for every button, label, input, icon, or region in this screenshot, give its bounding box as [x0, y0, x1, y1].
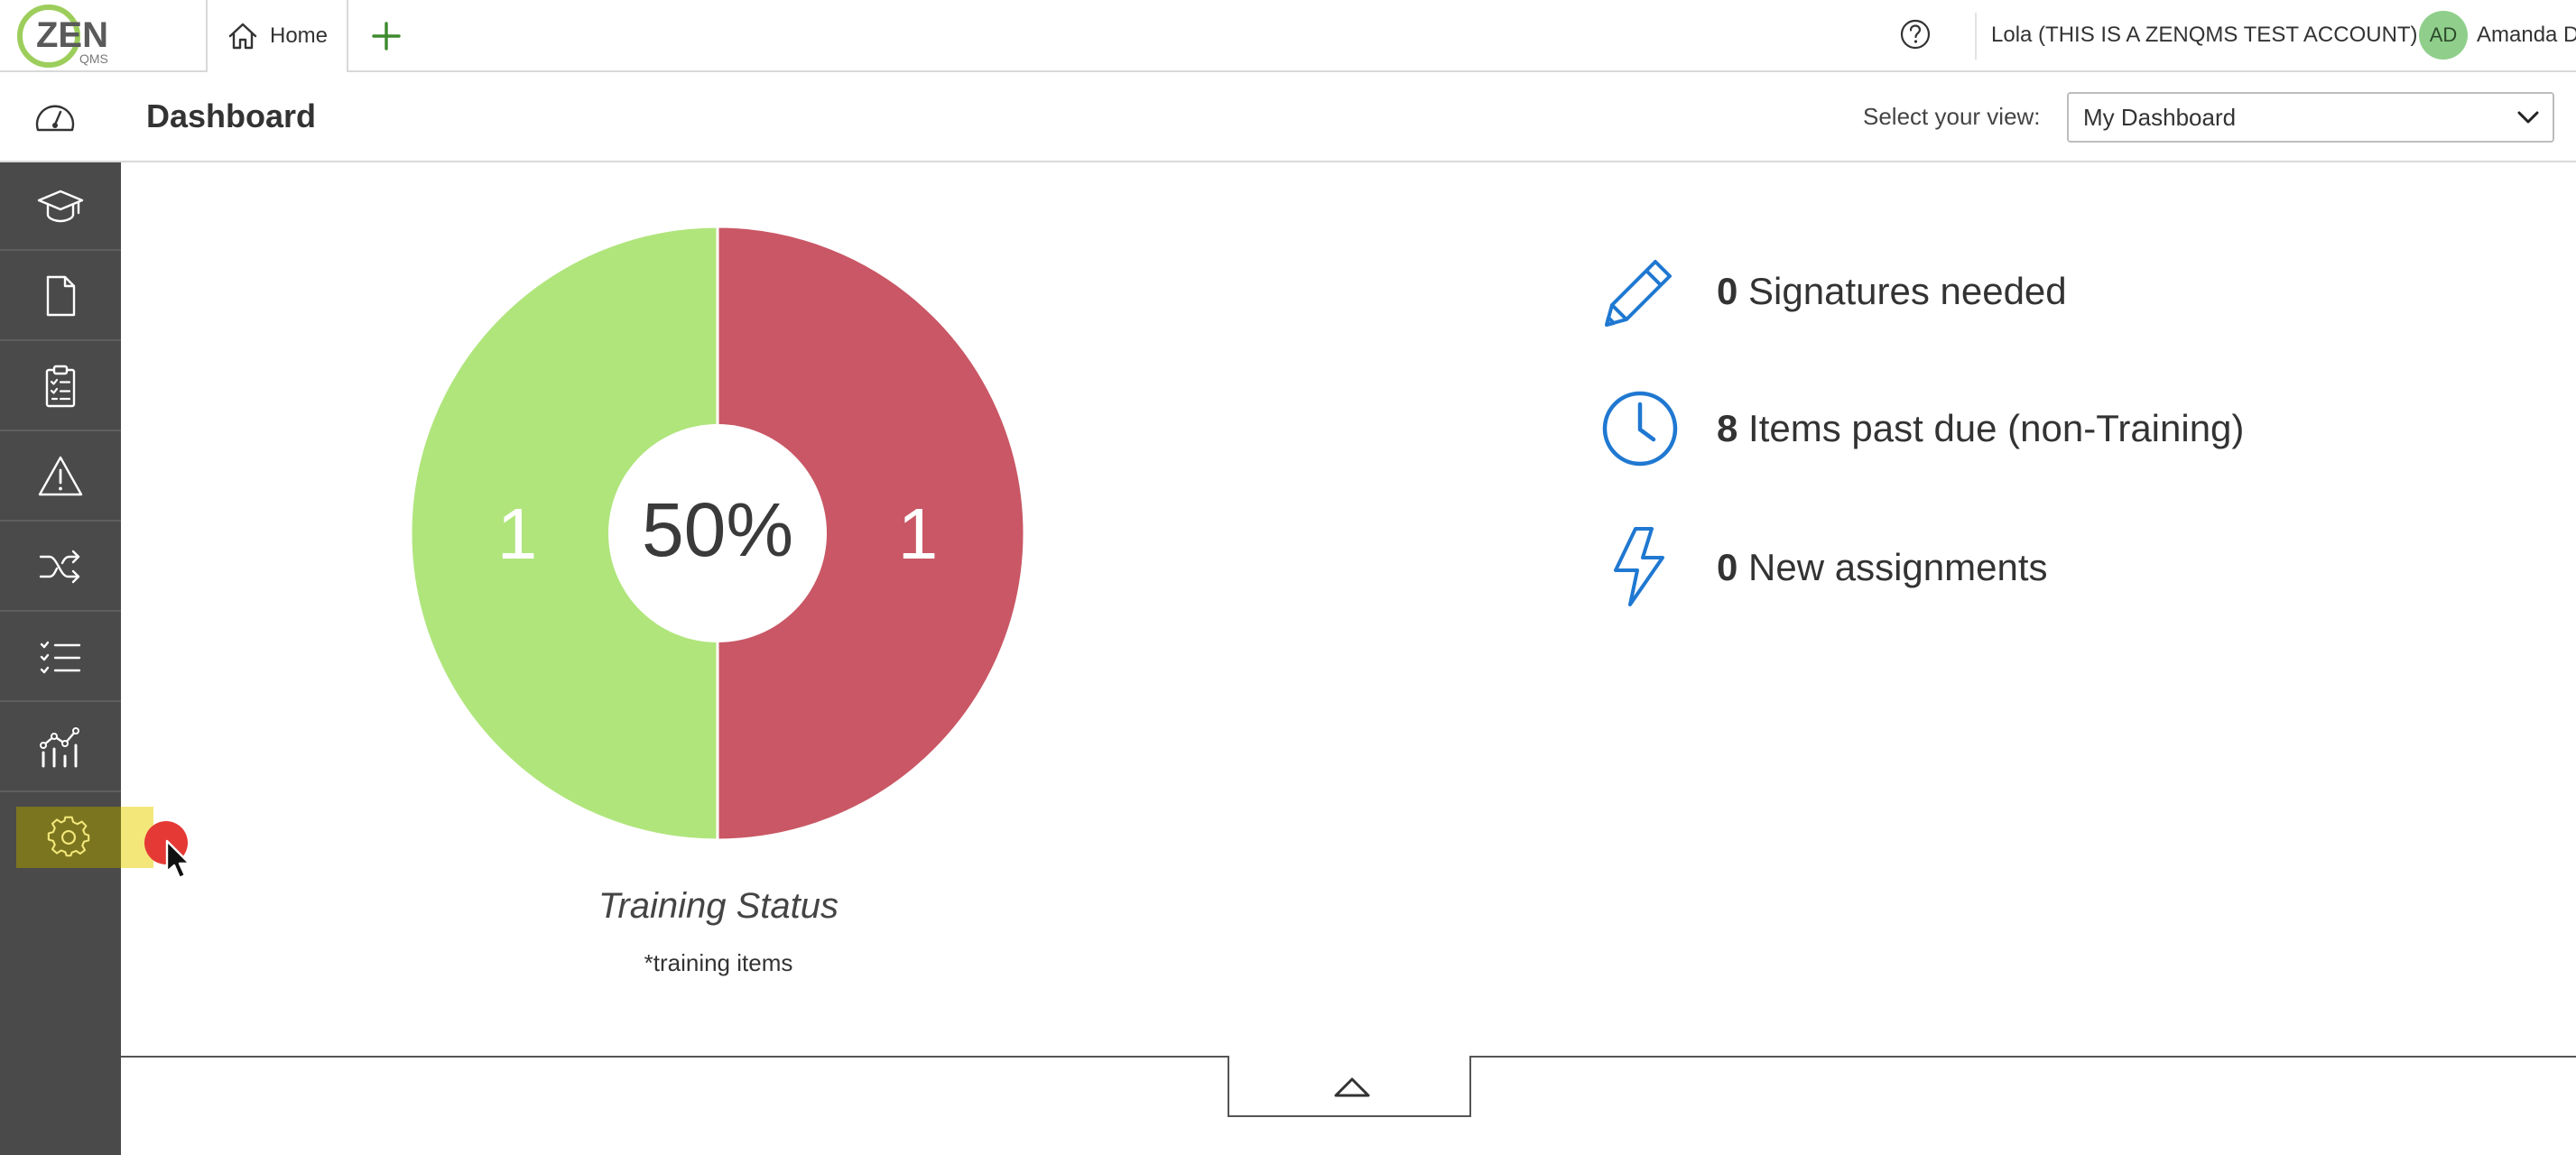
- donut-value-incomplete: 1: [898, 494, 939, 574]
- logo-sub: QMS: [79, 51, 108, 66]
- sidebar-item-documents[interactable]: [0, 253, 121, 341]
- top-bar: ZEN QMS Home Lola (THIS IS A ZENQMS TEST…: [0, 0, 2576, 72]
- sidebar-item-reports[interactable]: [0, 704, 121, 792]
- document-icon: [46, 275, 76, 317]
- pencil-icon: [1605, 260, 1672, 327]
- cursor-arrow-icon: [165, 839, 191, 880]
- sidebar-item-audits[interactable]: [0, 343, 121, 431]
- add-tab-icon[interactable]: [366, 16, 406, 56]
- lightning-icon: [1614, 527, 1664, 606]
- analytics-chart-icon: [40, 727, 79, 768]
- page-header: Dashboard Select your view: My Dashboard: [0, 72, 2576, 162]
- sidebar: [0, 162, 121, 1155]
- clock-icon: [1602, 391, 1678, 467]
- sidebar-item-tasks[interactable]: [0, 614, 121, 702]
- stat-new-assignments-label: New assignments: [1748, 546, 2048, 588]
- zenqms-logo[interactable]: ZEN QMS: [14, 2, 116, 69]
- logo-text: ZEN: [36, 15, 108, 55]
- page-title: Dashboard: [146, 97, 317, 134]
- donut-center-label: 50%: [642, 487, 793, 572]
- stat-past-due-label: Items past due (non-Training): [1748, 407, 2245, 449]
- training-status-chart: 50% 1 1: [409, 225, 1026, 842]
- tab-home[interactable]: Home: [206, 0, 348, 72]
- user-name[interactable]: Amanda D: [2477, 0, 2576, 70]
- graduation-cap-icon: [37, 189, 84, 223]
- warning-triangle-icon: [38, 456, 83, 496]
- expand-panel-button[interactable]: [1228, 1056, 1471, 1117]
- sidebar-item-settings[interactable]: [16, 808, 121, 866]
- sidebar-item-changes[interactable]: [0, 523, 121, 612]
- gear-icon: [47, 816, 90, 857]
- home-icon: [228, 23, 257, 50]
- shuffle-icon: [39, 550, 80, 584]
- stat-signatures-count: 0: [1717, 270, 1738, 312]
- view-select-value: My Dashboard: [2083, 104, 2237, 131]
- view-select[interactable]: My Dashboard: [2067, 92, 2554, 143]
- chart-subtitle: *training items: [644, 949, 793, 976]
- chevron-down-icon: [2517, 111, 2539, 124]
- help-icon[interactable]: [1897, 16, 1933, 52]
- account-name[interactable]: Lola (THIS IS A ZENQMS TEST ACCOUNT): [1991, 0, 2418, 70]
- donut-value-complete: 1: [497, 494, 538, 574]
- stat-past-due-count: 8: [1717, 407, 1738, 449]
- stat-signatures-label: Signatures needed: [1748, 270, 2067, 312]
- dashboard-gauge-icon[interactable]: [32, 97, 78, 137]
- topbar-divider: [1975, 13, 1977, 60]
- avatar[interactable]: AD: [2419, 11, 2468, 60]
- sidebar-item-issues[interactable]: [0, 433, 121, 522]
- view-select-label: Select your view:: [1863, 103, 2041, 130]
- clipboard-checklist-icon: [45, 365, 76, 408]
- avatar-initials: AD: [2429, 23, 2458, 46]
- sidebar-item-training[interactable]: [0, 162, 121, 251]
- tab-home-label: Home: [269, 23, 329, 48]
- stat-new-assignments-count: 0: [1717, 546, 1738, 588]
- chart-title: Training Status: [598, 886, 839, 926]
- chevron-up-icon: [1334, 1077, 1370, 1097]
- checklist-icon: [40, 641, 81, 674]
